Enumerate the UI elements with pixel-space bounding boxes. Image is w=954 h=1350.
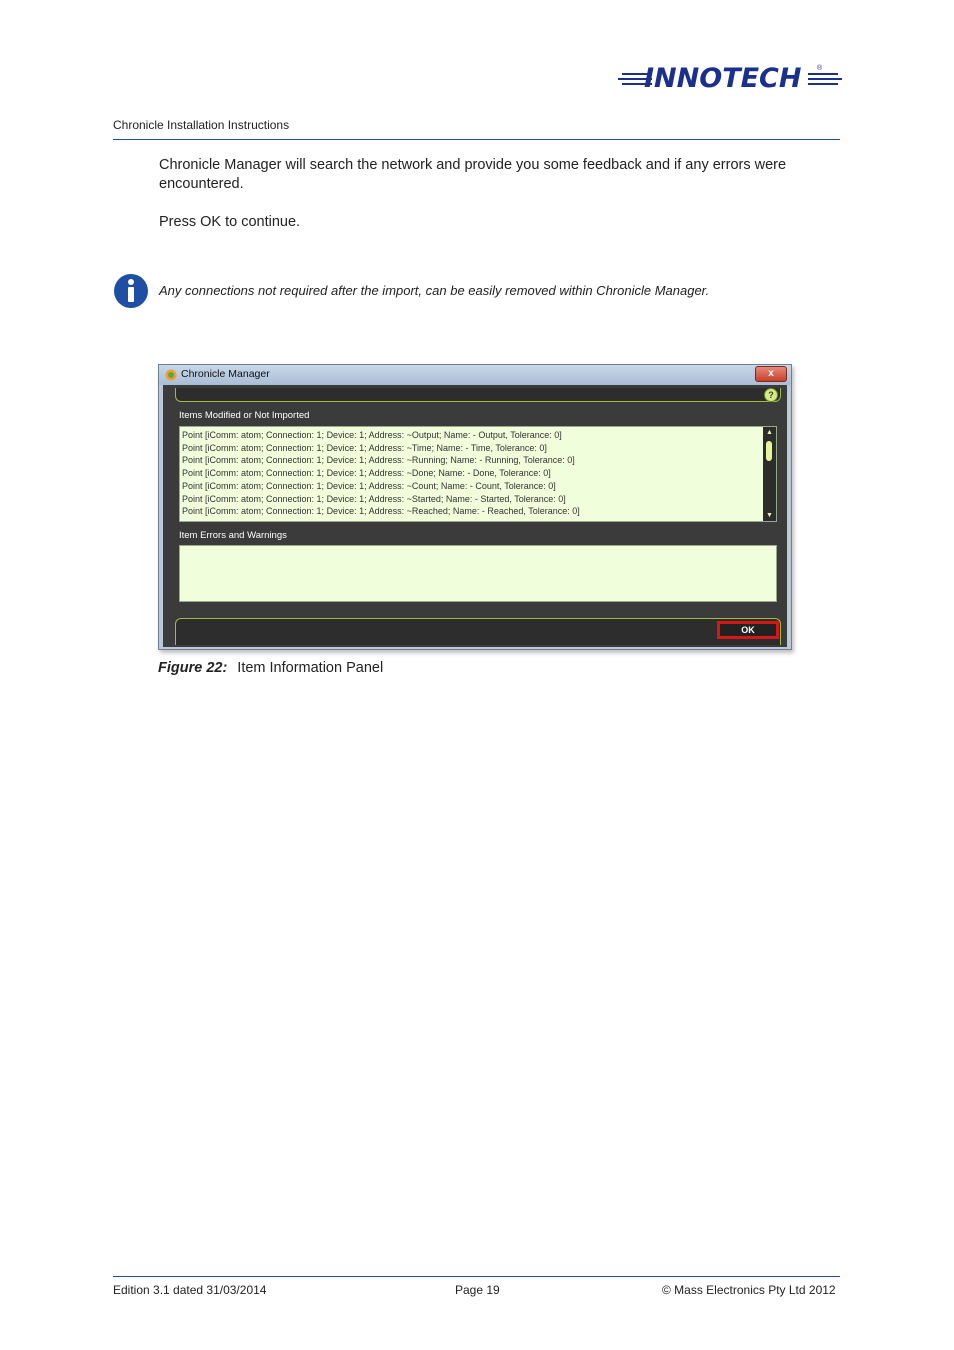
list-item[interactable]: Point [iComm: atom; Connection: 1; Devic… bbox=[182, 505, 760, 518]
list-item[interactable]: Point [iComm: atom; Connection: 1; Devic… bbox=[182, 454, 760, 467]
window-titlebar[interactable]: Chronicle Manager x bbox=[159, 365, 791, 385]
footer-copyright: © Mass Electronics Pty Ltd 2012 bbox=[662, 1283, 836, 1297]
logo-registered-mark: ® bbox=[817, 65, 823, 72]
footer-edition: Edition 3.1 dated 31/03/2014 bbox=[113, 1283, 267, 1297]
scroll-thumb[interactable] bbox=[766, 441, 772, 461]
errors-warnings-list[interactable] bbox=[179, 545, 777, 602]
app-icon bbox=[165, 369, 177, 381]
figure-title: Item Information Panel bbox=[237, 660, 384, 676]
footer-page-number: Page 19 bbox=[455, 1283, 500, 1297]
list-item[interactable]: Point [iComm: atom; Connection: 1; Devic… bbox=[182, 467, 760, 480]
ok-button[interactable]: OK bbox=[717, 621, 779, 639]
list-item[interactable]: Point [iComm: atom; Connection: 1; Devic… bbox=[182, 493, 760, 506]
window-title: Chronicle Manager bbox=[181, 368, 270, 380]
list-item[interactable]: Point [iComm: atom; Connection: 1; Devic… bbox=[182, 480, 760, 493]
items-modified-list[interactable]: Point [iComm: atom; Connection: 1; Devic… bbox=[179, 426, 777, 522]
help-icon[interactable]: ? bbox=[764, 388, 778, 402]
figure-label: Figure 22: bbox=[158, 660, 228, 676]
chronicle-manager-window: Chronicle Manager x ? Items Modified or … bbox=[158, 364, 792, 650]
items-modified-label: Items Modified or Not Imported bbox=[179, 410, 310, 421]
dialog-client-area: ? Items Modified or Not Imported Point [… bbox=[163, 385, 787, 647]
errors-warnings-label: Item Errors and Warnings bbox=[179, 530, 287, 541]
info-icon bbox=[114, 274, 148, 308]
list-scrollbar[interactable]: ▲ ▼ bbox=[763, 427, 776, 521]
header-rule bbox=[113, 139, 840, 140]
close-button[interactable]: x bbox=[755, 366, 787, 382]
running-title: Chronicle Installation Instructions bbox=[113, 118, 290, 132]
bottom-toolbar: OK bbox=[175, 618, 781, 645]
innotech-logo: INNOTECH ® bbox=[618, 60, 842, 98]
list-item[interactable]: Point [iComm: atom; Connection: 1; Devic… bbox=[182, 442, 760, 455]
list-item[interactable]: Point [iComm: atom; Connection: 1; Devic… bbox=[182, 429, 760, 442]
figure-caption: Figure 22: Item Information Panel bbox=[158, 660, 383, 676]
top-toolbar: ? bbox=[175, 388, 781, 402]
instruction-paragraph: Press OK to continue. bbox=[159, 214, 301, 230]
scroll-up-icon[interactable]: ▲ bbox=[765, 428, 774, 437]
scroll-down-icon[interactable]: ▼ bbox=[765, 511, 774, 520]
intro-paragraph: Chronicle Manager will search the networ… bbox=[159, 157, 787, 192]
info-note: Any connections not required after the i… bbox=[159, 283, 710, 298]
footer-rule bbox=[113, 1276, 840, 1277]
logo-text: INNOTECH bbox=[644, 63, 802, 94]
